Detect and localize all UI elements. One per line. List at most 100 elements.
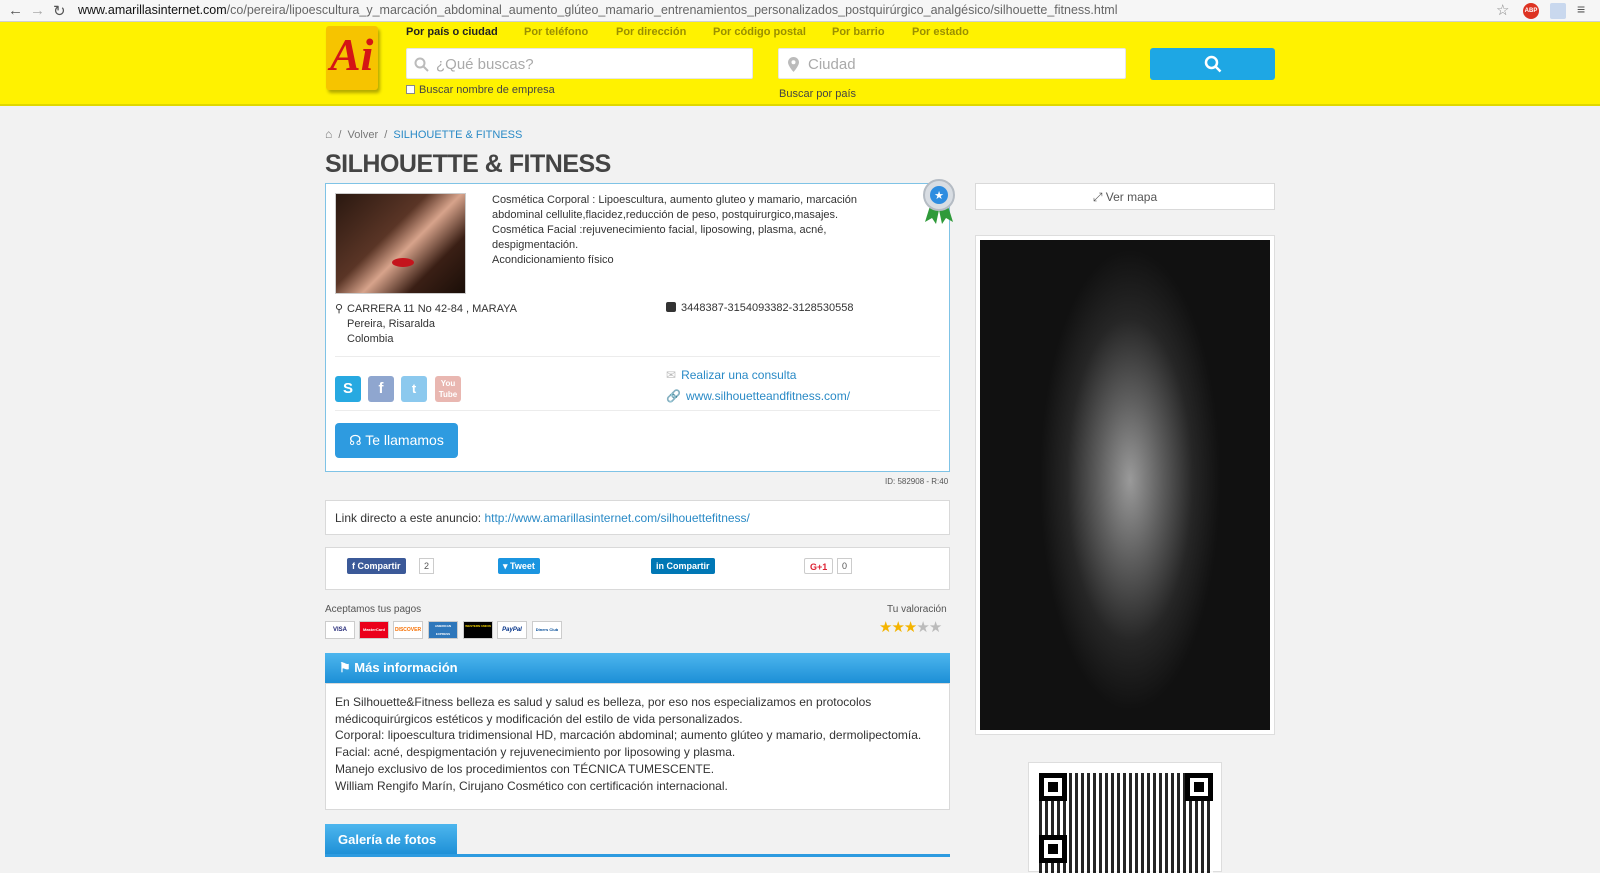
page-title: SILHOUETTE & FITNESS [325, 150, 611, 178]
listing-id: ID: 582908 - R:40 [885, 477, 949, 486]
facebook-share-label: Compartir [357, 561, 401, 571]
business-phone: 3448387-3154093382-3128530558 [666, 302, 854, 314]
tab-city[interactable]: Por país o ciudad [406, 26, 498, 38]
payments-label: Aceptamos tus pagos [325, 604, 422, 615]
skype-icon[interactable]: S [335, 376, 361, 402]
reload-icon[interactable]: ↻ [53, 2, 66, 20]
facebook-share-button[interactable]: f Compartir [347, 558, 406, 574]
info-line: médicoquirúrgicos estéticos y modificaci… [335, 711, 743, 726]
qr-code [1028, 762, 1222, 873]
browser-toolbar: ← → ↻ www.amarillasinternet.com/co/perei… [0, 0, 1600, 22]
business-photo[interactable] [335, 193, 466, 294]
direct-link-label: Link directo a este anuncio: [335, 511, 482, 525]
back-icon[interactable]: ← [8, 2, 23, 19]
gallery-tab[interactable]: Galería de fotos [325, 824, 457, 855]
search-by-country-link[interactable]: Buscar por país [779, 88, 856, 100]
description-line: Cosmética Corporal : Lipoescultura, aume… [492, 194, 857, 206]
tweet-button[interactable]: ▾ Tweet [498, 558, 540, 574]
extension-icon[interactable] [1550, 3, 1566, 19]
more-info-title: Más información [354, 660, 458, 675]
twitter-icon[interactable]: t [401, 376, 427, 402]
star-icon[interactable]: ★ [879, 619, 892, 636]
info-line: En Silhouette&Fitness belleza es salud y… [335, 695, 872, 709]
breadcrumb-current[interactable]: SILHOUETTE & FITNESS [393, 129, 522, 141]
info-line: Corporal: lipoescultura tridimensional H… [335, 728, 922, 743]
forward-icon[interactable]: → [30, 2, 45, 19]
url-path: /co/pereira/lipoescultura_y_marcación_ab… [226, 3, 1118, 17]
discover-card-icon: DISCOVER [393, 621, 423, 639]
info-line: Facial: acné, despigmentación y rejuvene… [335, 745, 736, 760]
view-map-label: Ver mapa [1105, 190, 1158, 204]
search-input[interactable]: ¿Qué buscas? [406, 48, 753, 79]
tab-address[interactable]: Por dirección [616, 26, 686, 38]
tab-postal-code[interactable]: Por código postal [713, 26, 806, 38]
linkedin-icon: in [656, 561, 667, 571]
checkbox-box[interactable] [406, 85, 415, 94]
western-union-card-icon: WESTERN UNION [463, 621, 493, 639]
expand-icon: ⤢ [1092, 190, 1103, 204]
star-icon[interactable]: ★ [916, 619, 929, 636]
search-icon [1204, 55, 1222, 73]
star-icon[interactable]: ★ [929, 619, 942, 636]
company-name-checkbox[interactable]: Buscar nombre de empresa [406, 84, 555, 96]
adblock-icon[interactable]: ABP [1523, 3, 1539, 19]
menu-icon[interactable]: ≡ [1577, 1, 1593, 17]
linkedin-share-button[interactable]: in Compartir [651, 558, 715, 574]
facebook-share-count: 2 [419, 558, 435, 574]
bookmark-star-icon[interactable]: ☆ [1496, 1, 1512, 19]
gplus-button[interactable]: G+1 [804, 558, 834, 574]
city-placeholder: Ciudad [808, 56, 856, 73]
amex-card-icon: AMERICAN EXPRESS [428, 621, 458, 639]
twitter-bird-icon: ▾ [503, 561, 511, 571]
breadcrumb: ⌂ / Volver / SILHOUETTE & FITNESS [325, 127, 523, 141]
rating-label: Tu valoración [887, 604, 947, 615]
business-address: ⚲ CARRERA 11 No 42-84 , MARAYA Pereira, … [335, 302, 517, 347]
gplus-count: 0 [837, 558, 853, 574]
site-logo[interactable]: Ai [326, 26, 378, 90]
location-pin-icon [788, 57, 799, 72]
svg-text:★: ★ [934, 189, 944, 202]
direct-link-box: Link directo a este anuncio: http://www.… [325, 500, 950, 535]
direct-link-url[interactable]: http://www.amarillasinternet.com/silhoue… [484, 511, 749, 525]
description-line: despigmentación. [492, 239, 579, 251]
business-description: Cosmética Corporal : Lipoescultura, aume… [492, 193, 892, 268]
phone-icon [666, 302, 676, 312]
url-domain: www.amarillasinternet.com [78, 3, 227, 17]
tab-phone[interactable]: Por teléfono [524, 26, 588, 38]
more-info-header: ⚑ Más información [325, 653, 950, 683]
search-button[interactable] [1150, 48, 1275, 80]
tab-state[interactable]: Por estado [912, 26, 969, 38]
info-line: Manejo exclusivo de los procedimientos c… [335, 761, 715, 776]
address-line: CARRERA 11 No 42-84 , MARAYA [347, 303, 517, 315]
home-icon[interactable]: ⌂ [325, 127, 332, 141]
description-line: abdominal cellulite,flacidez,reducción d… [492, 209, 839, 221]
share-bar: f Compartir 2 ▾ Tweet in Compartir G+1 0 [325, 547, 950, 590]
info-line: William Rengifo Marín, Cirujano Cosmétic… [335, 778, 728, 793]
facebook-icon[interactable]: f [368, 376, 394, 402]
business-card: Cosmética Corporal : Lipoescultura, aume… [325, 183, 950, 472]
star-icon[interactable]: ★ [891, 619, 904, 636]
city-input[interactable]: Ciudad [778, 48, 1126, 79]
consult-link-label[interactable]: Realizar una consulta [681, 368, 796, 382]
youtube-icon[interactable]: You Tube [435, 376, 461, 402]
address-line: Colombia [347, 333, 394, 345]
headset-icon: ☊ [349, 432, 362, 448]
checkbox-label: Buscar nombre de empresa [419, 84, 555, 96]
call-me-button[interactable]: ☊ Te llamamos [335, 423, 458, 458]
star-icon[interactable]: ★ [904, 619, 917, 636]
consult-link[interactable]: ✉ Realizar una consulta [666, 368, 796, 382]
quality-badge-icon: ★ [923, 179, 955, 224]
breadcrumb-back[interactable]: Volver [348, 129, 379, 141]
call-me-label: Te llamamos [365, 432, 444, 448]
map-marker-icon: ⚲ [335, 303, 344, 315]
rating-stars[interactable]: ★★★★★ [879, 618, 942, 636]
featured-photo[interactable] [975, 235, 1275, 735]
divider [335, 356, 940, 357]
address-bar[interactable]: www.amarillasinternet.com/co/pereira/lip… [78, 1, 1478, 20]
mastercard-card-icon: MasterCard [359, 621, 389, 639]
envelope-icon: ✉ [666, 368, 677, 382]
tab-neighborhood[interactable]: Por barrio [832, 26, 885, 38]
view-map-button[interactable]: ⤢ Ver mapa [975, 183, 1275, 210]
website-link[interactable]: 🔗 www.silhouetteandfitness.com/ [666, 389, 850, 403]
website-link-label[interactable]: www.silhouetteandfitness.com/ [686, 389, 850, 403]
